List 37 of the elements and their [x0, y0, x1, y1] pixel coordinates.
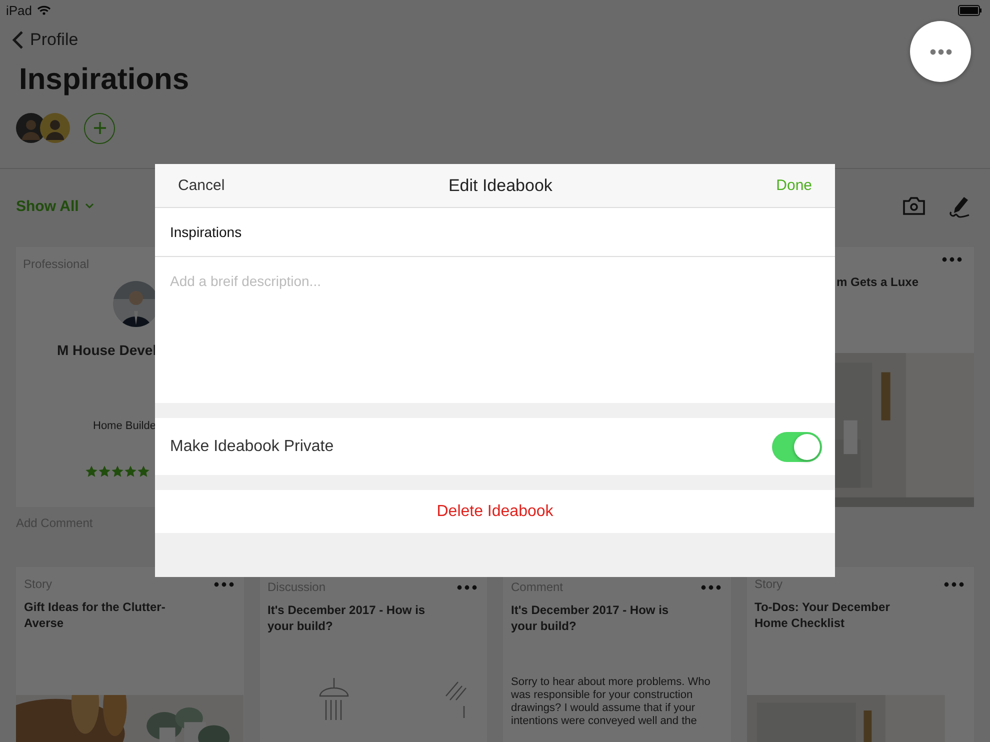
plus-icon [92, 121, 106, 135]
comment-text: Sorry to hear about more problems. Who was responsible for your construction drawings? I would assume that if your intentions were conveyed well and the [511, 676, 712, 728]
description-field[interactable]: Add a breif description... [155, 257, 835, 403]
more-button[interactable] [910, 21, 971, 82]
back-button[interactable]: Profile [12, 30, 78, 50]
device-name: iPad [6, 2, 32, 18]
card-title: Gift Ideas for the Clutter-Averse [24, 599, 166, 631]
star-icon [85, 465, 98, 478]
done-button[interactable]: Done [776, 177, 812, 194]
back-icon [12, 30, 24, 50]
card-title: It's December 2017 - How is your build? [268, 602, 426, 634]
more-icon[interactable] [700, 584, 720, 590]
page-title: Inspirations [19, 62, 190, 98]
more-icon [930, 48, 952, 54]
more-icon[interactable] [942, 257, 962, 262]
cancel-button[interactable]: Cancel [178, 177, 225, 194]
dialog-title: Edit Ideabook [448, 176, 552, 196]
delete-button[interactable]: Delete Ideabook [155, 490, 835, 533]
more-icon[interactable] [214, 582, 234, 586]
star-icon [98, 465, 111, 478]
more-icon[interactable] [457, 584, 477, 590]
card-title: It's December 2017 - How is your build? [511, 602, 670, 634]
card-title: To-Dos: Your December Home Checklist [754, 599, 891, 631]
professional-category: Home Builde [93, 420, 157, 432]
battery-icon [958, 4, 982, 16]
private-toggle[interactable] [772, 432, 822, 462]
star-icon [137, 465, 150, 478]
star-icon [111, 465, 124, 478]
star-icon [124, 465, 137, 478]
more-icon[interactable] [944, 582, 964, 586]
caret-icon [84, 203, 94, 209]
wifi-icon [37, 5, 52, 15]
card-title: m Gets a Luxe [836, 274, 920, 290]
avatar-icon [40, 113, 70, 143]
name-field[interactable]: Inspirations [155, 208, 835, 257]
camera-icon[interactable] [902, 196, 926, 216]
professional-name: M House Devel [57, 342, 158, 358]
